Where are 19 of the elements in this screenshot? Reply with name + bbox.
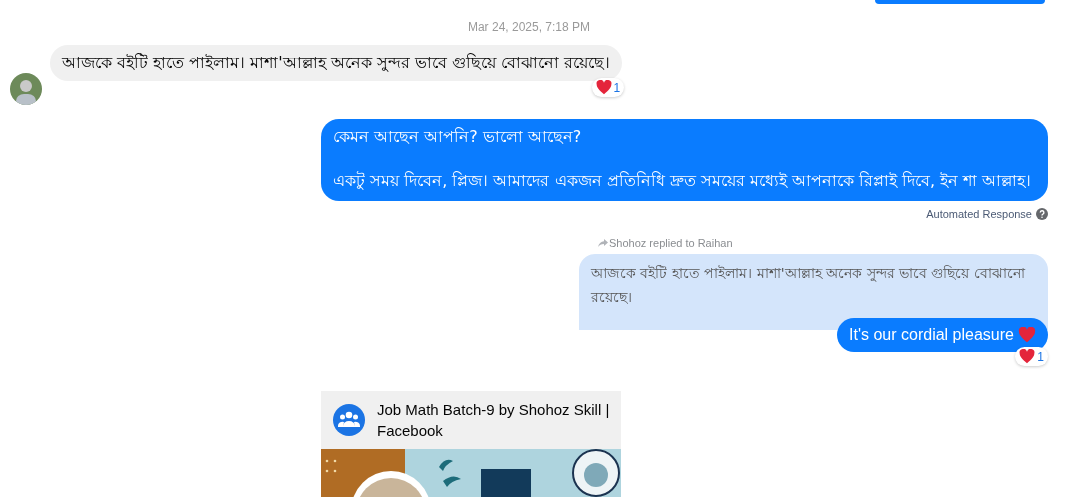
reply-arrow-icon bbox=[598, 239, 608, 247]
automated-response-label: Automated Response bbox=[926, 208, 1032, 220]
link-preview-header[interactable]: Job Math Batch-9 by Shohoz Skill | Facebook bbox=[321, 391, 621, 449]
group-icon bbox=[333, 404, 365, 436]
heart-icon bbox=[1018, 327, 1036, 343]
reply-header: Shohoz replied to Raihan bbox=[609, 237, 733, 249]
timestamp: Mar 24, 2025, 7:18 PM bbox=[466, 20, 592, 34]
link-title: Job Math Batch-9 by Shohoz Skill | Facebook bbox=[377, 400, 611, 441]
message-bubble: আজকে বইটি হাতে পাইলাম। মাশা'আল্লাহ অনেক সুন্দর ভাবে গুছিয়ে বোঝানো রয়েছে। bbox=[50, 45, 623, 81]
reaction-badge[interactable]: 1 bbox=[591, 78, 625, 97]
reaction-count: 1 bbox=[613, 80, 621, 95]
message-text: কেমন আছেন আপনি? ভালো আছেন? bbox=[333, 126, 583, 148]
help-icon[interactable] bbox=[1036, 208, 1048, 220]
reaction-count: 1 bbox=[1037, 349, 1044, 364]
heart-icon bbox=[1019, 349, 1036, 364]
message-text: একটু সময় দিবেন, প্লিজ। আমাদের একজন প্রতিনিধি দ্রুত সময়ের মধ্যেই আপনাকে রিপ্লাই দিবে, ইন শা আল্লাহ। bbox=[333, 170, 1033, 192]
reaction-badge[interactable]: 1 bbox=[1015, 347, 1048, 366]
heart-icon bbox=[595, 80, 612, 95]
avatar bbox=[10, 73, 42, 105]
